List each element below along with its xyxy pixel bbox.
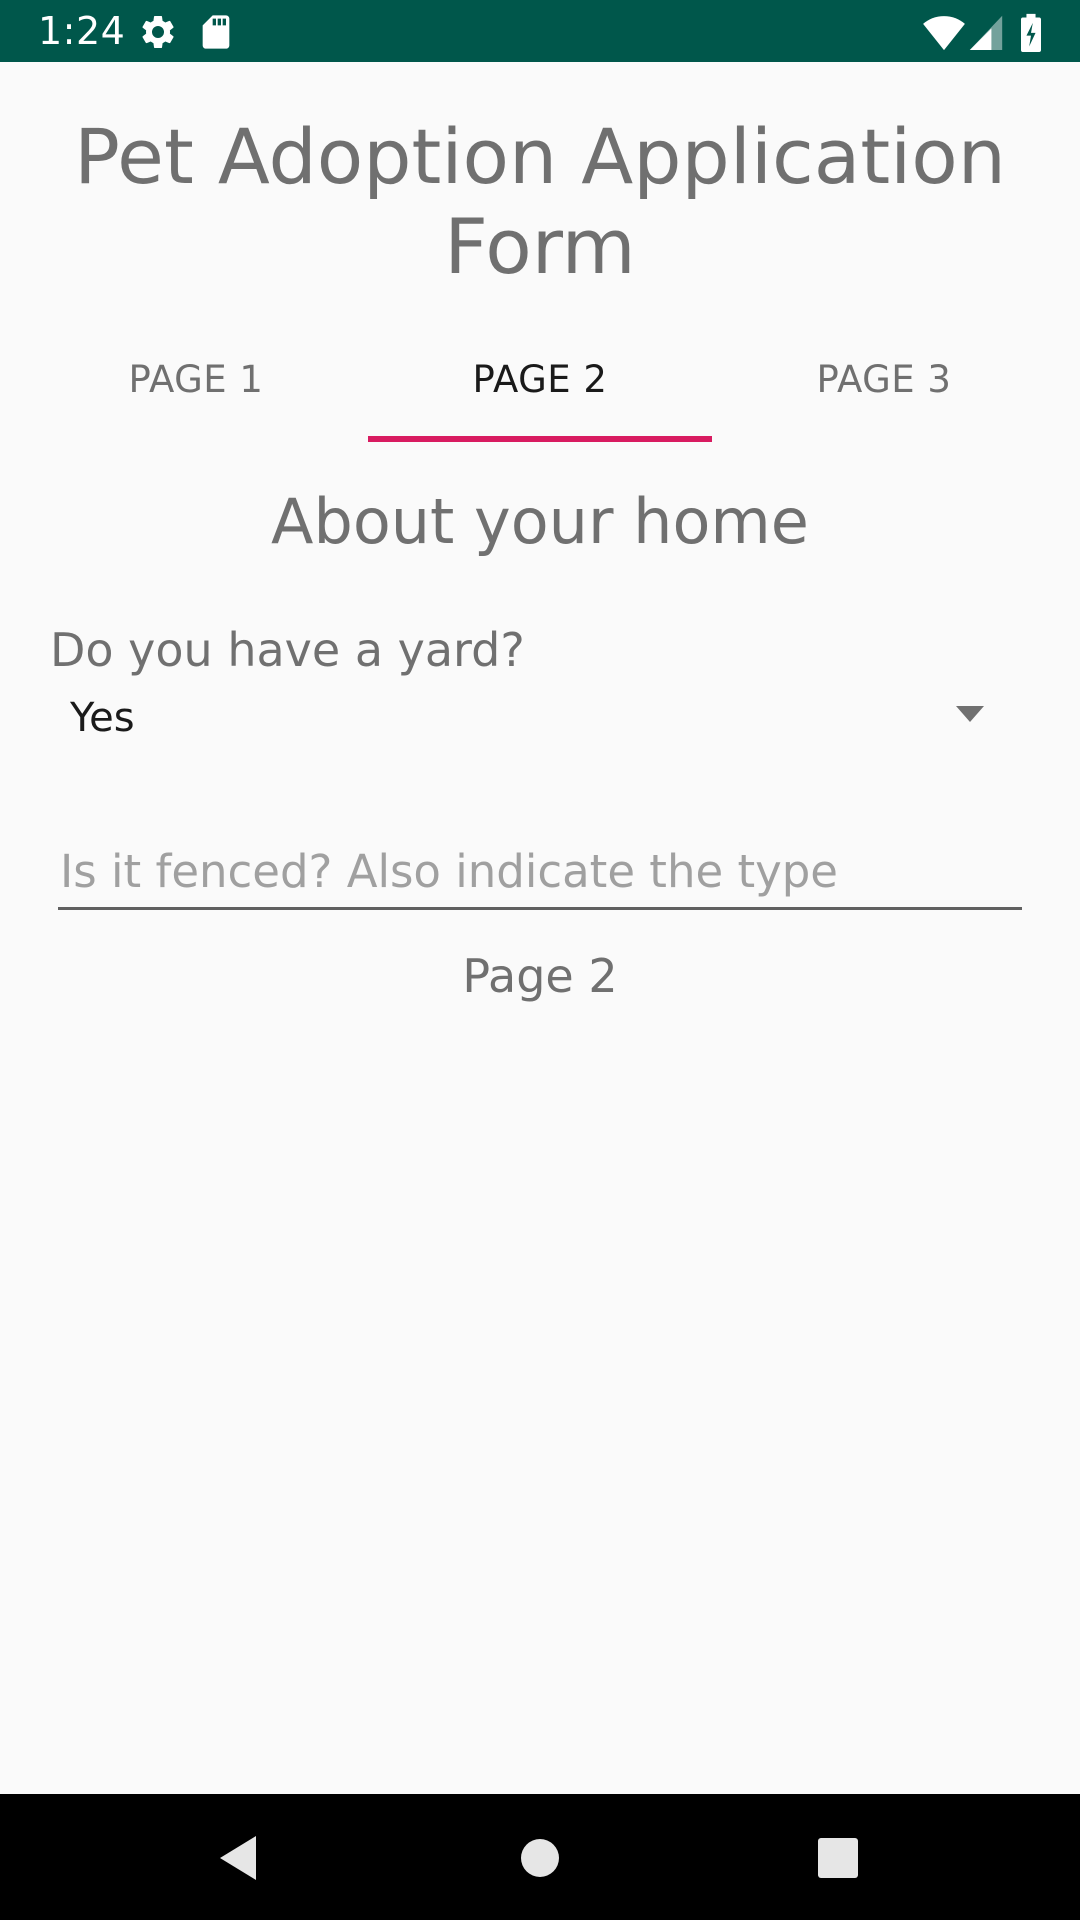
back-icon[interactable] <box>210 1828 270 1888</box>
home-icon[interactable] <box>510 1828 570 1888</box>
tab-page-3[interactable]: PAGE 3 <box>712 340 1056 444</box>
status-time: 1:24 <box>38 9 126 53</box>
recents-icon[interactable] <box>808 1828 868 1888</box>
page-title: Pet Adoption Application Form <box>74 112 1006 291</box>
signal-icon <box>968 12 1004 52</box>
yard-dropdown-value: Yes <box>70 695 135 741</box>
tab-page-1[interactable]: PAGE 1 <box>24 340 368 444</box>
fence-field-container <box>58 836 1022 912</box>
tab-indicator <box>368 436 712 442</box>
wifi-icon <box>922 12 966 52</box>
navigation-bar <box>0 1794 1080 1920</box>
fence-type-input[interactable] <box>58 836 1022 910</box>
tab-bar: PAGE 1 PAGE 2 PAGE 3 <box>24 340 1056 444</box>
app-screen: 1:24 Pet Adoption Application Form PAGE … <box>0 0 1080 1920</box>
section-heading: About your home <box>271 485 809 558</box>
yard-dropdown[interactable]: Yes <box>48 680 1000 756</box>
sd-card-icon <box>196 12 236 52</box>
tab-page-2[interactable]: PAGE 2 <box>368 340 712 444</box>
gear-icon <box>138 12 178 52</box>
dropdown-arrow-icon <box>956 706 984 722</box>
battery-charging-icon <box>1018 12 1044 52</box>
page-indicator-label: Page 2 <box>462 949 618 1003</box>
status-bar: 1:24 <box>0 0 1080 62</box>
yard-question-label: Do you have a yard? <box>50 623 525 677</box>
